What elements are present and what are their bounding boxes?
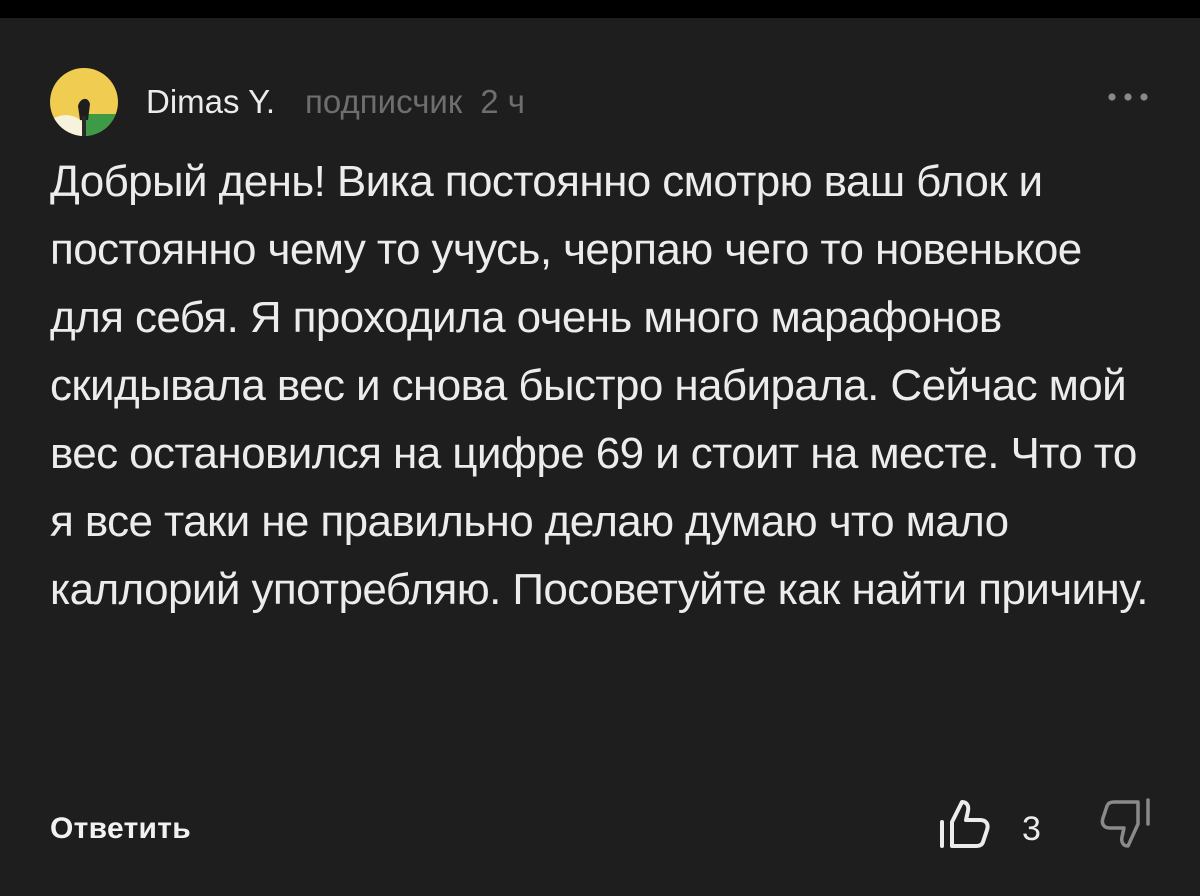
comment-card: Dimas Y. подписчик 2 ч Добрый день! Вика… [0,18,1200,896]
comment-body: Добрый день! Вика постоянно смотрю ваш б… [50,157,1148,614]
like-button[interactable] [936,796,992,852]
flower-avatar-icon [50,68,118,136]
thumbs-down-icon [1100,798,1150,848]
more-options-button[interactable] [1098,80,1158,114]
dislike-button[interactable] [1096,794,1156,854]
author-line: Dimas Y. подписчик 2 ч [146,82,525,122]
subscriber-badge: подписчик [305,83,463,120]
timestamp: 2 ч [480,83,525,120]
reply-button[interactable]: Ответить [50,812,191,846]
more-dots-icon [1108,93,1148,101]
author-name[interactable]: Dimas Y. [146,83,275,121]
thumbs-up-icon [940,800,990,848]
like-count: 3 [1022,810,1041,848]
avatar[interactable] [50,68,118,136]
